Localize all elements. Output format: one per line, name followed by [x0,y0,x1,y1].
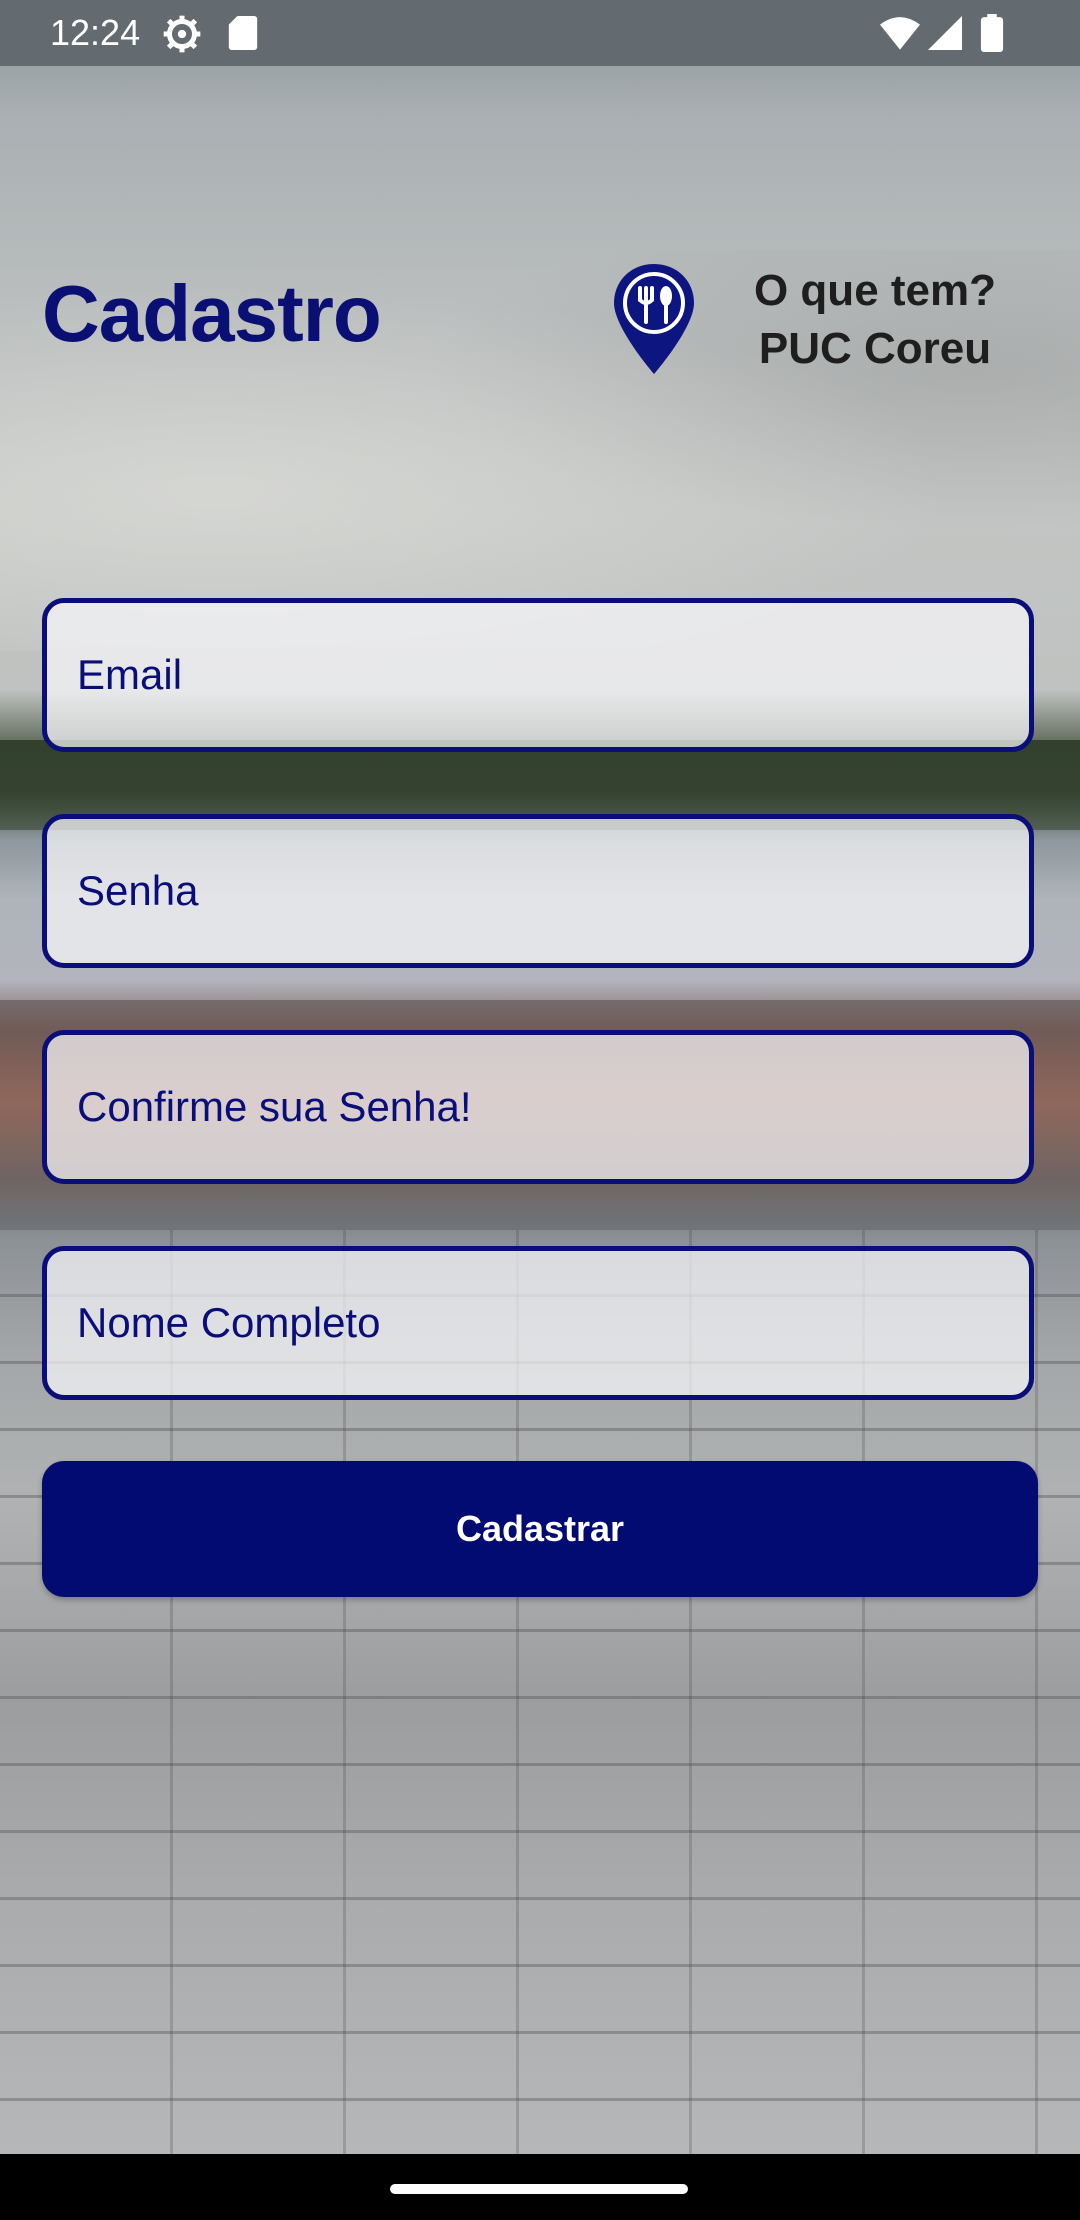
password-field[interactable] [42,814,1034,968]
location-pin-utensils-icon [614,264,694,374]
email-input[interactable] [47,603,1029,747]
app-name-line1: O que tem? [753,266,997,315]
battery-icon [980,14,1004,52]
password-input[interactable] [47,819,1029,963]
status-time: 12:24 [50,12,141,53]
status-bar: 12:24 [0,0,1080,66]
email-field[interactable] [42,598,1034,752]
wifi-icon [880,17,920,50]
home-gesture-handle[interactable] [390,2184,688,2194]
sd-card-icon [228,16,258,50]
page-title: Cadastro [42,269,382,358]
app-name-line2: PUC Coreu [758,324,992,373]
confirm-password-input[interactable] [47,1035,1029,1179]
gear-icon [163,15,201,53]
signal-icon [928,16,962,50]
register-button[interactable]: Cadastrar [42,1461,1038,1597]
register-button-label: Cadastrar [455,1508,625,1549]
full-name-field[interactable] [42,1246,1034,1400]
app-name: O que tem? PUC Coreu [735,262,1015,378]
confirm-password-field[interactable] [42,1030,1034,1184]
full-name-input[interactable] [47,1251,1029,1395]
